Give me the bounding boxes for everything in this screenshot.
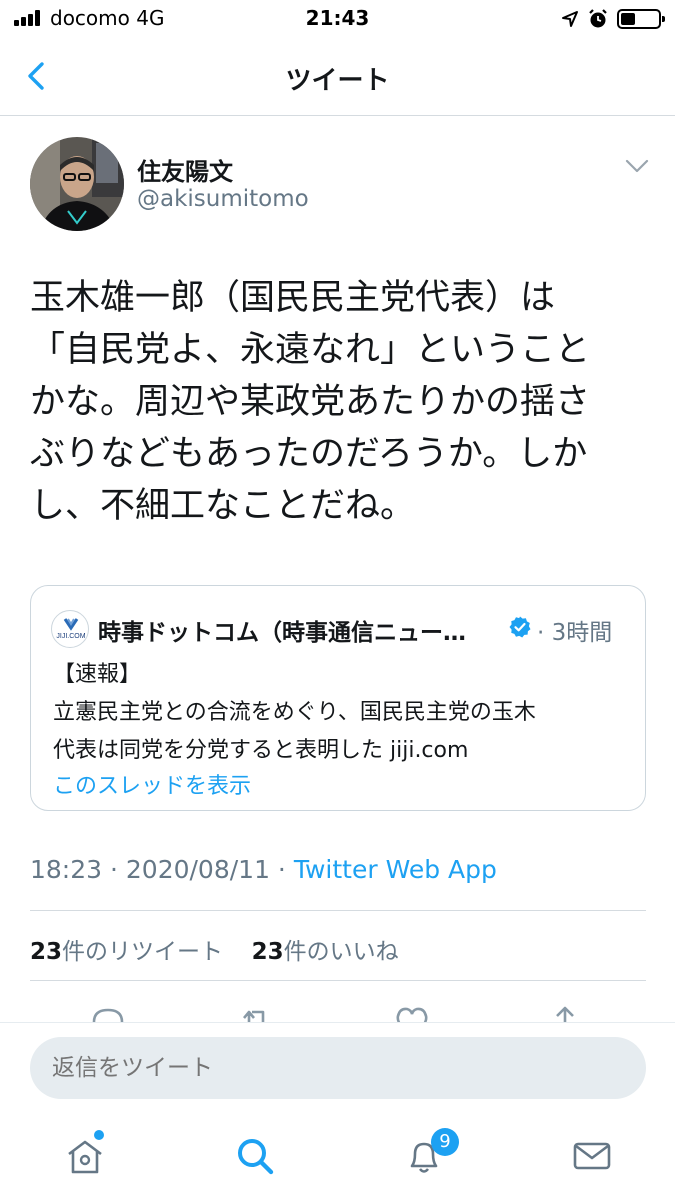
chevron-down-icon[interactable] [624,156,650,176]
tweet-actions [0,998,675,1022]
divider [30,910,646,911]
like-count: 23 [251,939,284,965]
home-unread-dot [94,1130,104,1140]
author-name[interactable]: 住友陽文 [137,152,233,187]
status-bar: docomo 4G 21:43 [0,0,675,40]
jiji-logo: JIJI.COM [51,610,89,648]
notification-badge: 9 [431,1128,459,1156]
reply-input[interactable] [30,1037,646,1099]
home-icon[interactable] [63,1134,107,1178]
tweet-timestamp: 18:23 · 2020/08/11 · Twitter Web App [30,855,497,884]
svg-text:JIJI.COM: JIJI.COM [56,633,85,640]
verified-icon [509,616,531,638]
battery-icon [617,9,665,29]
quoted-text: 【速報】 立憲民主党との合流をめぐり、国民民主党の玉木 代表は同党を分党すると表… [53,662,536,763]
likes-stat[interactable]: 23件のいいね [252,939,399,965]
quoted-author-name: 時事ドットコム（時事通信ニュー… [98,620,466,646]
retweet-count: 23 [30,939,63,965]
reply-bar [0,1022,675,1112]
nav-header: ツイート [0,40,675,116]
quoted-tweet[interactable]: JIJI.COM 時事ドットコム（時事通信ニュー… · 3時間 【速報】 立憲民… [30,585,646,811]
retweets-stat[interactable]: 23件のリツイート [30,939,223,965]
tab-bar: 9 [0,1112,675,1200]
page-title: ツイート [285,66,390,96]
like-icon[interactable] [392,1002,432,1022]
tweet-source-link[interactable]: Twitter Web App [294,855,497,884]
share-icon[interactable] [545,1002,585,1022]
location-icon [562,11,578,27]
retweet-icon[interactable] [236,1002,276,1022]
divider [30,980,646,981]
tweet-stats: 23件のリツイート 23件のいいね [30,932,399,966]
alarm-icon [589,9,607,28]
avatar[interactable] [30,137,124,231]
author-handle[interactable]: @akisumitomo [137,186,309,212]
quoted-time: · 3時間 [537,620,613,646]
tweet-time: 18:23 · 2020/08/11 · [30,855,294,884]
retweet-label: 件のリツイート [62,939,224,965]
tweet-text: 玉木雄一郎（国民民主党代表）は 「自民党よ、永遠なれ」ということ かな。周辺や某… [30,278,591,526]
messages-icon[interactable] [570,1134,614,1178]
like-label: 件のいいね [283,939,399,965]
reply-icon[interactable] [88,1002,128,1022]
search-icon[interactable] [233,1134,277,1178]
show-thread-link[interactable]: このスレッドを表示 [53,768,251,800]
